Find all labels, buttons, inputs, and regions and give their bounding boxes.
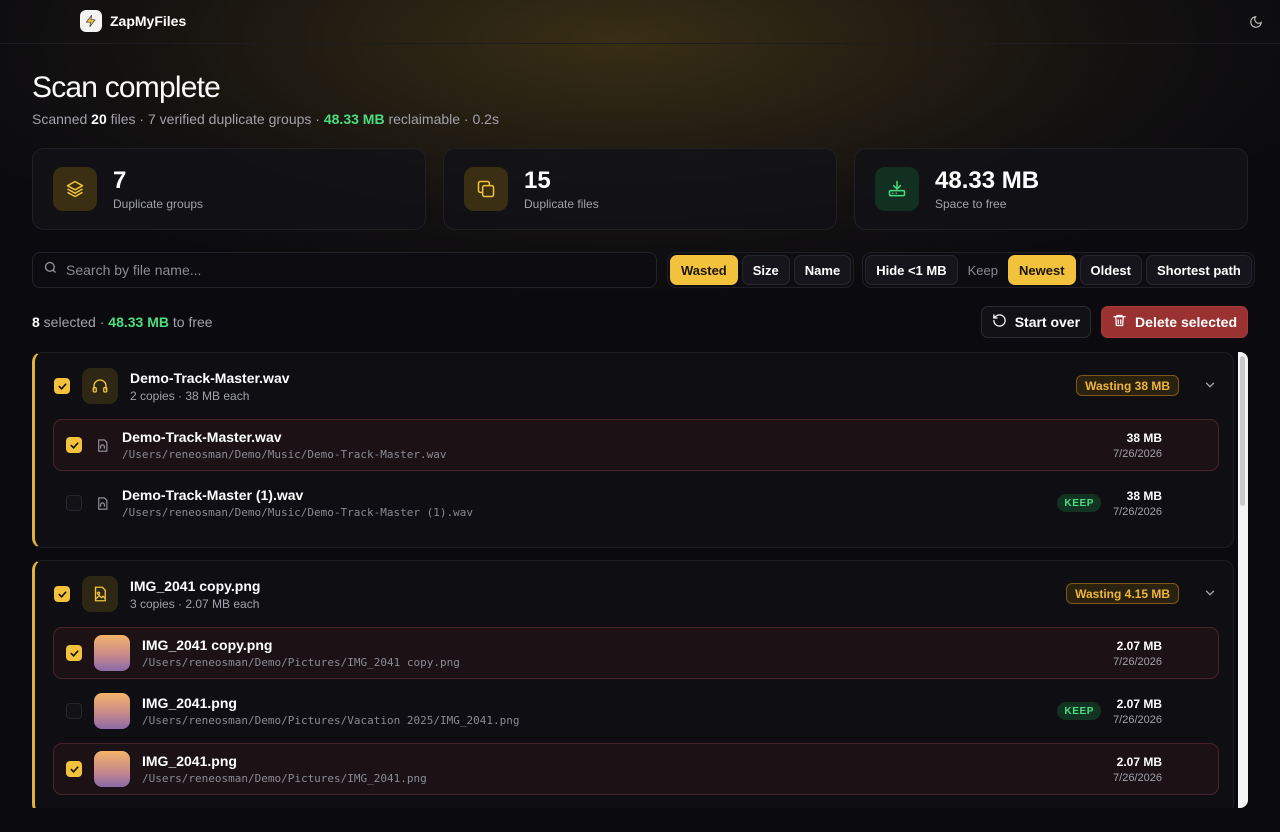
file-size: 38 MB: [1126, 488, 1162, 503]
stat-value: 48.33 MB: [935, 166, 1040, 194]
keep-oldest-button[interactable]: Oldest: [1079, 255, 1142, 285]
stat-space-to-free: 48.33 MB Space to free: [854, 148, 1248, 230]
stat-label: Space to free: [935, 196, 1007, 211]
theme-toggle-moon-icon[interactable]: [1246, 12, 1266, 32]
trash-icon: [1112, 313, 1127, 331]
image-file-icon: [82, 576, 118, 612]
duplicate-group: Demo-Track-Master.wav 2 copies · 38 MB e…: [32, 352, 1234, 548]
file-date: 7/26/2026: [1113, 447, 1162, 460]
file-name: IMG_2041.png: [142, 695, 237, 711]
layers-icon: [53, 167, 97, 211]
search-input[interactable]: [66, 262, 646, 278]
copy-icon: [464, 167, 508, 211]
duplicate-groups-list[interactable]: Demo-Track-Master.wav 2 copies · 38 MB e…: [32, 352, 1248, 808]
image-thumbnail: [94, 635, 130, 671]
selection-summary: 8 selected · 48.33 MB to free: [32, 314, 213, 330]
hide-small-files-button[interactable]: Hide <1 MB: [865, 255, 958, 285]
file-row[interactable]: Demo-Track-Master (1).wav /Users/reneosm…: [53, 477, 1219, 529]
sort-group: Wasted Size Name: [667, 252, 855, 288]
sort-name-button[interactable]: Name: [793, 255, 852, 285]
scrollbar-thumb[interactable]: [1240, 356, 1245, 506]
file-size: 2.07 MB: [1116, 754, 1162, 769]
file-name: Demo-Track-Master.wav: [122, 429, 282, 445]
stat-value: 7: [113, 166, 127, 194]
file-name: Demo-Track-Master (1).wav: [122, 487, 304, 503]
sort-wasted-button[interactable]: Wasted: [670, 255, 738, 285]
file-date: 7/26/2026: [1113, 655, 1162, 668]
file-size: 38 MB: [1126, 430, 1162, 445]
chevron-down-icon[interactable]: [1203, 586, 1217, 605]
rotate-ccw-icon: [992, 313, 1007, 331]
group-header[interactable]: IMG_2041 copy.png 3 copies · 2.07 MB eac…: [35, 561, 1233, 627]
main-content: Scan complete Scanned 20 files · 7 verif…: [32, 44, 1255, 338]
stats-row: 7 Duplicate groups 15 Duplicate files 48…: [32, 148, 1248, 230]
file-checkbox[interactable]: [66, 495, 82, 511]
file-checkbox[interactable]: [66, 437, 82, 453]
sort-size-button[interactable]: Size: [741, 255, 790, 285]
search-box: [32, 252, 657, 288]
filter-toolbar: Wasted Size Name Hide <1 MB Keep Newest …: [32, 252, 1255, 288]
file-size: 2.07 MB: [1116, 696, 1162, 711]
group-header[interactable]: Demo-Track-Master.wav 2 copies · 38 MB e…: [35, 353, 1233, 419]
duplicate-group: IMG_2041 copy.png 3 copies · 2.07 MB eac…: [32, 560, 1234, 808]
wasting-badge: Wasting 38 MB: [1076, 375, 1179, 396]
actions: Start over Delete selected: [980, 306, 1248, 338]
file-path: /Users/reneosman/Demo/Pictures/Vacation …: [142, 714, 520, 727]
file-path: /Users/reneosman/Demo/Music/Demo-Track-M…: [122, 448, 447, 461]
group-checkbox[interactable]: [54, 586, 70, 602]
wasting-badge: Wasting 4.15 MB: [1066, 583, 1179, 604]
top-bar: ZapMyFiles: [0, 0, 1280, 44]
keep-shortest-path-button[interactable]: Shortest path: [1146, 255, 1252, 285]
headphones-icon: [82, 368, 118, 404]
group-checkbox[interactable]: [54, 378, 70, 394]
file-row[interactable]: IMG_2041 copy.png /Users/reneosman/Demo/…: [53, 627, 1219, 679]
file-row[interactable]: IMG_2041.png /Users/reneosman/Demo/Pictu…: [53, 685, 1219, 737]
file-path: /Users/reneosman/Demo/Pictures/IMG_2041.…: [142, 772, 427, 785]
file-checkbox[interactable]: [66, 703, 82, 719]
group-subtitle: 2 copies · 38 MB each: [130, 388, 250, 403]
search-icon: [43, 260, 58, 280]
audio-file-icon: [94, 437, 110, 453]
file-checkbox[interactable]: [66, 645, 82, 661]
keep-group: Hide <1 MB Keep Newest Oldest Shortest p…: [862, 252, 1255, 288]
keep-badge: KEEP: [1057, 494, 1102, 512]
start-over-button[interactable]: Start over: [980, 306, 1092, 338]
file-path: /Users/reneosman/Demo/Pictures/IMG_2041 …: [142, 656, 460, 669]
keep-badge: KEEP: [1057, 702, 1102, 720]
file-size: 2.07 MB: [1116, 638, 1162, 653]
group-name: IMG_2041 copy.png: [130, 577, 261, 594]
list-scrollbar[interactable]: [1238, 352, 1248, 808]
image-thumbnail: [94, 693, 130, 729]
group-subtitle: 3 copies · 2.07 MB each: [130, 596, 260, 611]
image-thumbnail: [94, 751, 130, 787]
file-date: 7/26/2026: [1113, 713, 1162, 726]
app-logo-icon: [80, 10, 102, 32]
file-row[interactable]: Demo-Track-Master.wav /Users/reneosman/D…: [53, 419, 1219, 471]
brand[interactable]: ZapMyFiles: [80, 10, 186, 32]
stat-duplicate-files: 15 Duplicate files: [443, 148, 837, 230]
selection-row: 8 selected · 48.33 MB to free Start over…: [32, 306, 1248, 338]
file-path: /Users/reneosman/Demo/Music/Demo-Track-M…: [122, 506, 473, 519]
file-checkbox[interactable]: [66, 761, 82, 777]
keep-label: Keep: [967, 262, 998, 278]
page-title: Scan complete: [32, 71, 221, 104]
file-name: IMG_2041 copy.png: [142, 637, 273, 653]
audio-file-icon: [94, 495, 110, 511]
file-name: IMG_2041.png: [142, 753, 237, 769]
stat-label: Duplicate groups: [113, 196, 204, 211]
group-name: Demo-Track-Master.wav: [130, 369, 290, 386]
chevron-down-icon[interactable]: [1203, 378, 1217, 397]
app-name: ZapMyFiles: [110, 13, 187, 29]
keep-newest-button[interactable]: Newest: [1008, 255, 1076, 285]
drive-download-icon: [875, 167, 919, 211]
stat-label: Duplicate files: [524, 196, 599, 211]
stat-value: 15: [524, 166, 551, 194]
scan-summary: Scanned 20 files · 7 verified duplicate …: [32, 111, 499, 127]
delete-selected-button[interactable]: Delete selected: [1101, 306, 1248, 338]
file-date: 7/26/2026: [1113, 505, 1162, 518]
file-date: 7/26/2026: [1113, 771, 1162, 784]
file-row[interactable]: IMG_2041.png /Users/reneosman/Demo/Pictu…: [53, 743, 1219, 795]
stat-duplicate-groups: 7 Duplicate groups: [32, 148, 426, 230]
